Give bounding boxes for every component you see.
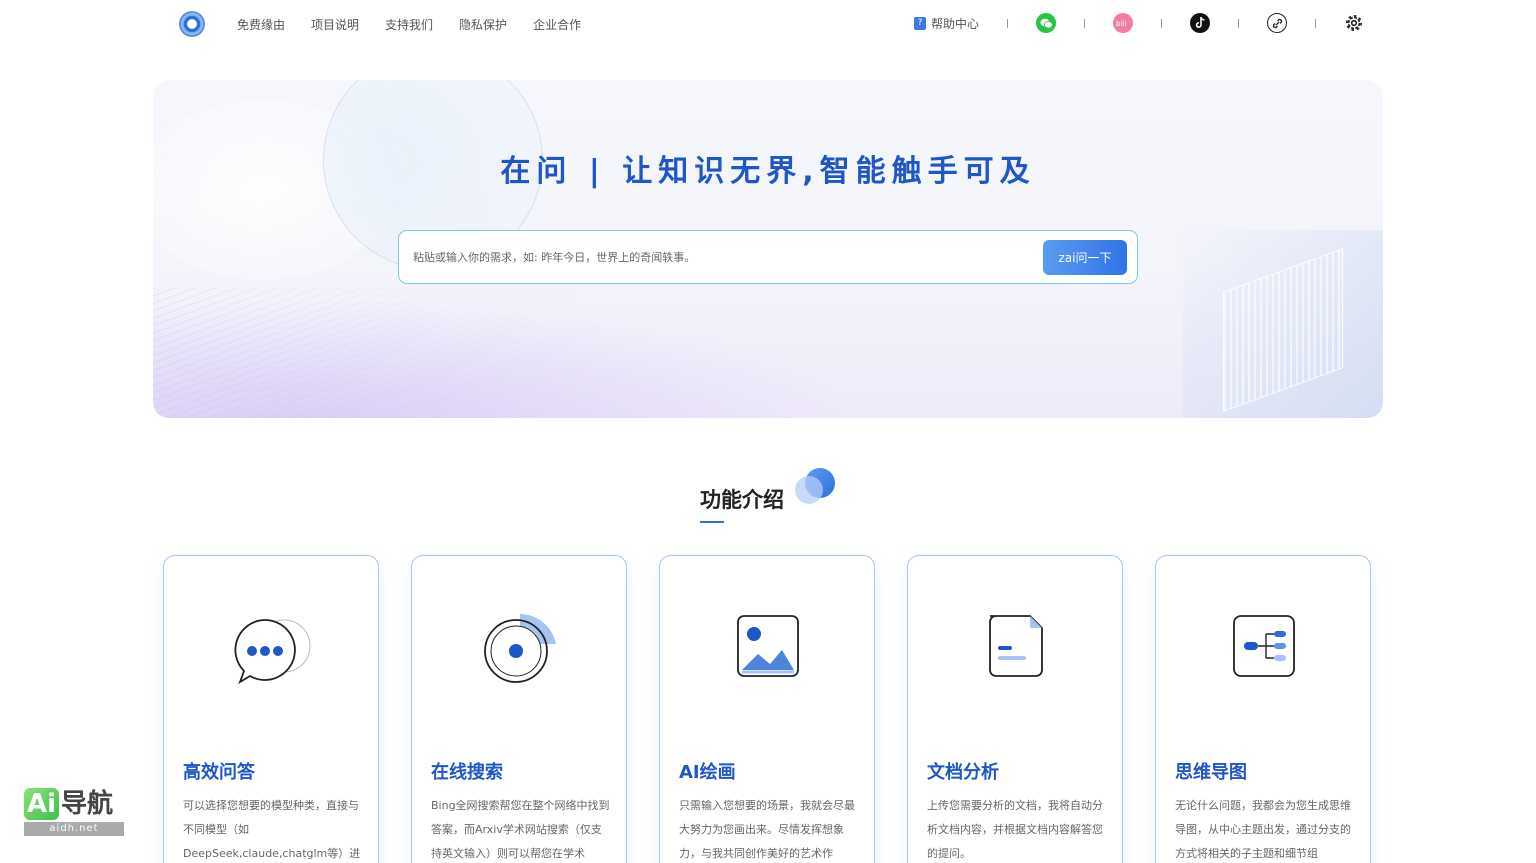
feature-cards: 高效问答 可以选择您想要的模型种类，直接与不同模型（如DeepSeek,clau… [163,555,1371,863]
divider [1238,18,1239,28]
feature-card-mindmap[interactable]: 思维导图 无论什么问题，我都会为您生成思维导图，从中心主题出发，通过分支的方式将… [1155,555,1371,863]
card-title: AI绘画 [679,762,736,783]
ask-button[interactable]: zai问一下 [1043,240,1127,275]
watermark-url: aidh.net [24,822,124,836]
nav-link-business[interactable]: 企业合作 [533,16,581,33]
document-icon [976,614,1056,684]
nav-link-project-info[interactable]: 项目说明 [311,16,359,33]
top-nav: 免费缘由 项目说明 支持我们 隐私保护 企业合作 ? 帮助中心 bili [0,0,1536,48]
card-description: 只需输入您想要的场景，我就会尽最大努力为您画出来。尽情发挥想象力，与我共同创作美… [679,799,855,860]
divider [1007,18,1008,28]
chat-bubble-icon [232,614,312,685]
image-icon [728,614,808,684]
feature-card-ai-painting[interactable]: AI绘画 只需输入您想要的场景，我就会尽最大努力为您画出来。尽情发挥想象力，与我… [659,555,875,863]
search-target-icon [480,614,560,684]
watermark-brand-a: Ai [24,788,60,820]
mindmap-icon [1224,614,1304,684]
help-book-icon: ? [913,16,926,30]
gear-icon[interactable] [1344,13,1364,33]
help-center-link[interactable]: ? 帮助中心 [913,15,979,32]
wechat-icon[interactable] [1036,13,1056,33]
bilibili-icon[interactable]: bili [1113,13,1133,33]
card-description: 无论什么问题，我都会为您生成思维导图，从中心主题出发，通过分支的方式将相关的子主… [1175,799,1351,860]
site-logo[interactable] [179,11,205,37]
divider [1084,18,1085,28]
nav-links: 免费缘由 项目说明 支持我们 隐私保护 企业合作 [237,16,581,33]
divider [1161,18,1162,28]
section-title-underline [700,521,724,523]
hero-title: 在问 | 让知识无界,智能触手可及 [500,154,1036,189]
watermark-brand-b: 导航 [61,789,114,819]
card-title: 在线搜索 [431,762,503,783]
help-center-label: 帮助中心 [930,16,979,31]
feature-card-search[interactable]: 在线搜索 Bing全网搜索帮您在整个网络中找到答案，而Arxiv学术网站搜索（仅… [411,555,627,863]
card-description: 可以选择您想要的模型种类，直接与不同模型（如DeepSeek,claude,ch… [183,799,361,860]
card-description: 上传您需要分析的文档，我将自动分析文档内容，并根据文档内容解答您的提问。 [927,799,1103,860]
nav-link-privacy[interactable]: 隐私保护 [459,16,507,33]
search-box: zai问一下 [398,230,1138,284]
feature-card-doc-analysis[interactable]: 文档分析 上传您需要分析的文档，我将自动分析文档内容，并根据文档内容解答您的提问… [907,555,1123,863]
hero-decoration [153,288,573,418]
hero-banner: 在问 | 让知识无界,智能触手可及 zai问一下 [153,80,1383,418]
link-icon[interactable] [1267,13,1287,33]
watermark-logo: Ai 导航 aidh.net [24,788,124,838]
section-title: 功能介绍 [700,488,784,512]
nav-link-support-us[interactable]: 支持我们 [385,16,433,33]
search-input[interactable] [413,231,1023,283]
tiktok-icon[interactable] [1190,13,1210,33]
card-title: 文档分析 [927,762,999,783]
nav-right: ? 帮助中心 bili [913,13,1364,33]
card-description: Bing全网搜索帮您在整个网络中找到答案，而Arxiv学术网站搜索（仅支持英文输… [431,799,610,860]
svg-text:bili: bili [1116,20,1126,27]
bubble-decoration-icon [795,468,835,508]
card-title: 高效问答 [183,762,255,783]
divider [1315,18,1316,28]
feature-card-qa[interactable]: 高效问答 可以选择您想要的模型种类，直接与不同模型（如DeepSeek,clau… [163,555,379,863]
nav-link-free-reason[interactable]: 免费缘由 [237,16,285,33]
card-title: 思维导图 [1175,762,1247,783]
